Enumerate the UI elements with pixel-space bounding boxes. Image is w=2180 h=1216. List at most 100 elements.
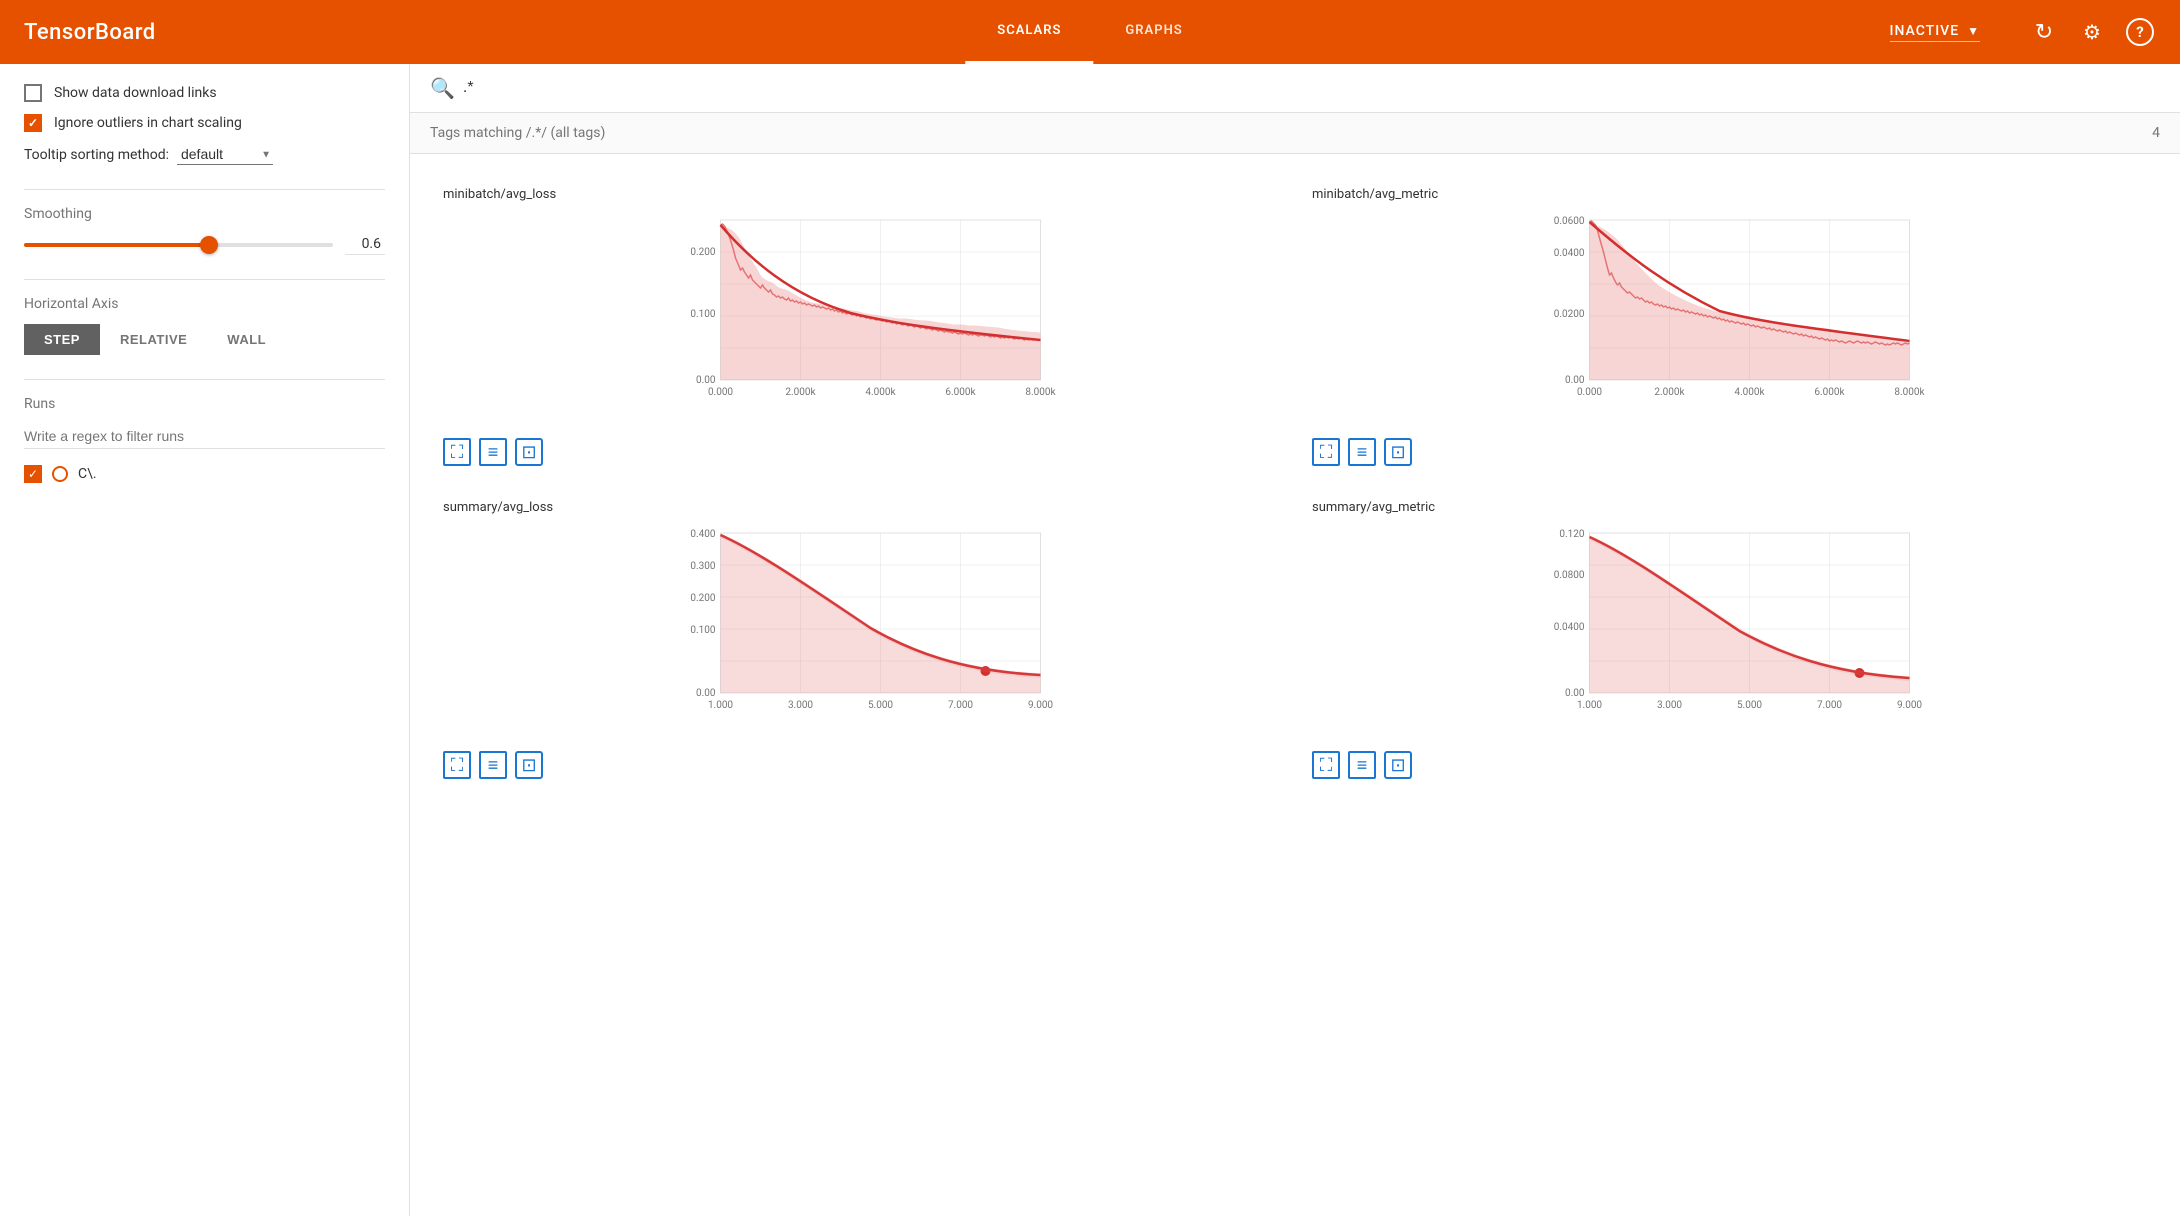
svg-text:6.000k: 6.000k <box>1814 387 1845 398</box>
svg-text:9.000: 9.000 <box>1028 700 1053 711</box>
ignore-outliers-checkbox[interactable] <box>24 114 42 132</box>
run-checkbox[interactable] <box>24 465 42 483</box>
axis-buttons: STEP RELATIVE WALL <box>24 324 385 355</box>
header-icons: ↻ ⚙ ? <box>2028 16 2156 48</box>
svg-text:7.000: 7.000 <box>948 700 973 711</box>
app-header: TensorBoard SCALARS GRAPHS INACTIVE ▼ ↻ … <box>0 0 2180 64</box>
chart-1-expand-btn[interactable]: ⛶ <box>443 438 471 466</box>
nav-scalars[interactable]: SCALARS <box>965 0 1093 64</box>
smoothing-section: Smoothing 0.6 <box>24 206 385 255</box>
svg-text:0.400: 0.400 <box>690 529 715 540</box>
smoothing-slider-row: 0.6 <box>24 234 385 255</box>
chart-3-zoom-btn[interactable]: ⊡ <box>515 751 543 779</box>
nav-graphs[interactable]: GRAPHS <box>1093 0 1214 64</box>
tags-header: Tags matching /.*/ (all tags) 4 <box>410 113 2180 154</box>
runs-section: Runs C\. <box>24 396 385 483</box>
axis-relative-button[interactable]: RELATIVE <box>100 324 207 355</box>
dropdown-arrow-icon: ▼ <box>1967 24 1980 38</box>
divider-1 <box>24 189 385 190</box>
svg-text:0.0400: 0.0400 <box>1554 248 1585 259</box>
svg-text:2.000k: 2.000k <box>785 387 816 398</box>
svg-text:5.000: 5.000 <box>1737 700 1762 711</box>
svg-text:6.000k: 6.000k <box>945 387 976 398</box>
refresh-icon: ↻ <box>2035 20 2053 45</box>
main-nav: SCALARS GRAPHS <box>965 0 1214 64</box>
chart-1-data-btn[interactable]: ≡ <box>479 438 507 466</box>
chart-2-data-btn[interactable]: ≡ <box>1348 438 1376 466</box>
chart-4-data-btn[interactable]: ≡ <box>1348 751 1376 779</box>
help-icon: ? <box>2126 18 2154 46</box>
chart-title-1: minibatch/avg_loss <box>443 187 1278 202</box>
run-color-circle[interactable] <box>52 466 68 482</box>
runs-label: Runs <box>24 396 385 412</box>
axis-step-button[interactable]: STEP <box>24 324 100 355</box>
svg-text:0.200: 0.200 <box>690 247 715 258</box>
charts-grid: minibatch/avg_loss <box>410 154 2180 812</box>
ignore-outliers-row: Ignore outliers in chart scaling <box>24 114 385 132</box>
svg-text:1.000: 1.000 <box>1577 700 1602 711</box>
svg-text:1.000: 1.000 <box>708 700 733 711</box>
tooltip-select-wrapper: default ascending descending nearest <box>177 144 273 165</box>
smoothing-label: Smoothing <box>24 206 385 222</box>
chart-3-expand-btn[interactable]: ⛶ <box>443 751 471 779</box>
tags-matching-text: Tags matching /.*/ (all tags) <box>430 125 605 141</box>
sidebar: Show data download links Ignore outliers… <box>0 64 410 1216</box>
runs-filter-input[interactable] <box>24 424 385 449</box>
chart-1-zoom-btn[interactable]: ⊡ <box>515 438 543 466</box>
settings-button[interactable]: ⚙ <box>2076 16 2108 48</box>
svg-text:0.000: 0.000 <box>1577 387 1602 398</box>
search-bar: 🔍 <box>410 64 2180 113</box>
chart-minibatch-avg-metric: minibatch/avg_metric <box>1295 170 2164 483</box>
chart-title-4: summary/avg_metric <box>1312 500 2147 515</box>
tooltip-sorting-select[interactable]: default ascending descending nearest <box>177 144 273 165</box>
svg-text:0.0600: 0.0600 <box>1554 216 1585 227</box>
smoothing-value: 0.6 <box>345 234 385 255</box>
chart-3-data-btn[interactable]: ≡ <box>479 751 507 779</box>
chart-area-2: 0.0600 0.0400 0.0200 0.00 0.000 2.000k 4… <box>1312 210 2147 430</box>
svg-text:8.000k: 8.000k <box>1894 387 1925 398</box>
chart-area-4: 0.120 0.0800 0.0400 0.00 1.000 3.000 5.0… <box>1312 523 2147 743</box>
help-button[interactable]: ? <box>2124 16 2156 48</box>
chart-2-zoom-btn[interactable]: ⊡ <box>1384 438 1412 466</box>
svg-text:9.000: 9.000 <box>1897 700 1922 711</box>
content-area: 🔍 Tags matching /.*/ (all tags) 4 miniba… <box>410 64 2180 1216</box>
chart-4-expand-btn[interactable]: ⛶ <box>1312 751 1340 779</box>
slider-thumb[interactable] <box>200 236 218 254</box>
svg-text:0.0200: 0.0200 <box>1554 309 1585 320</box>
inactive-dropdown[interactable]: INACTIVE ▼ <box>1890 23 1980 42</box>
main-layout: Show data download links Ignore outliers… <box>0 64 2180 1216</box>
axis-wall-button[interactable]: WALL <box>207 324 286 355</box>
svg-text:0.000: 0.000 <box>708 387 733 398</box>
search-icon: 🔍 <box>430 76 455 100</box>
horizontal-axis-label: Horizontal Axis <box>24 296 385 312</box>
svg-text:4.000k: 4.000k <box>1734 387 1765 398</box>
show-download-label: Show data download links <box>54 85 217 101</box>
divider-2 <box>24 279 385 280</box>
svg-text:8.000k: 8.000k <box>1025 387 1056 398</box>
chart-summary-avg-metric: summary/avg_metric <box>1295 483 2164 796</box>
chart-4-actions: ⛶ ≡ ⊡ <box>1312 751 2147 779</box>
slider-fill <box>24 243 209 247</box>
search-input[interactable] <box>463 79 2160 97</box>
chart-area-1: 0.200 0.100 0.00 0.000 2.000k 4.000k 6.0… <box>443 210 1278 430</box>
run-item: C\. <box>24 465 385 483</box>
svg-text:0.00: 0.00 <box>696 375 716 386</box>
svg-text:0.0800: 0.0800 <box>1554 570 1585 581</box>
show-download-row: Show data download links <box>24 84 385 102</box>
svg-text:0.120: 0.120 <box>1559 529 1584 540</box>
chart-area-3: 0.400 0.300 0.200 0.100 0.00 1.000 3.000… <box>443 523 1278 743</box>
show-download-checkbox[interactable] <box>24 84 42 102</box>
chart-title-2: minibatch/avg_metric <box>1312 187 2147 202</box>
settings-icon: ⚙ <box>2083 20 2101 44</box>
tooltip-sorting-label: Tooltip sorting method: <box>24 147 169 163</box>
divider-3 <box>24 379 385 380</box>
chart-svg-1: 0.200 0.100 0.00 0.000 2.000k 4.000k 6.0… <box>443 210 1278 410</box>
svg-text:7.000: 7.000 <box>1817 700 1842 711</box>
refresh-button[interactable]: ↻ <box>2028 16 2060 48</box>
chart-2-expand-btn[interactable]: ⛶ <box>1312 438 1340 466</box>
chart-4-zoom-btn[interactable]: ⊡ <box>1384 751 1412 779</box>
chart-title-3: summary/avg_loss <box>443 500 1278 515</box>
smoothing-slider-container[interactable] <box>24 235 333 255</box>
ignore-outliers-label: Ignore outliers in chart scaling <box>54 115 242 131</box>
run-label: C\. <box>78 466 97 482</box>
